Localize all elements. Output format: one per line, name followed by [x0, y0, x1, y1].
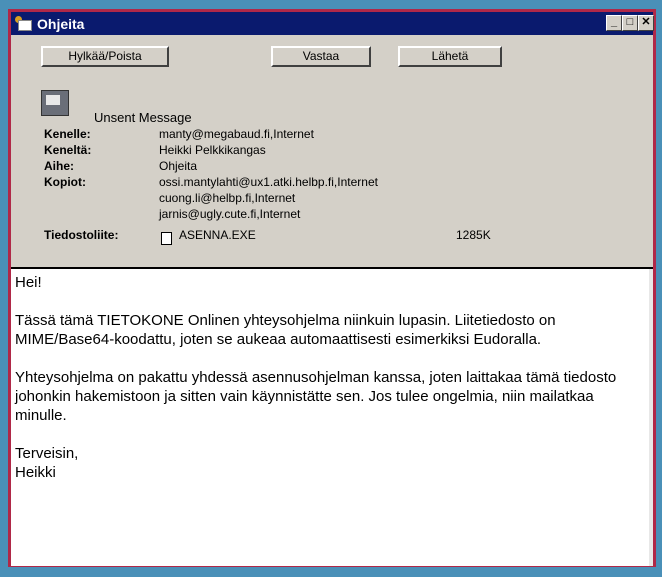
- title-bar[interactable]: Ohjeita _ □ ✕: [11, 12, 654, 35]
- message-status: Unsent Message: [94, 110, 192, 125]
- close-button[interactable]: ✕: [638, 15, 654, 31]
- cc-value[interactable]: ossi.mantylahti@ux1.atki.helbp.fi,Intern…: [159, 175, 378, 189]
- cc-value[interactable]: jarnis@ugly.cute.fi,Internet: [159, 207, 300, 221]
- window-title: Ohjeita: [37, 15, 85, 32]
- from-value[interactable]: Heikki Pelkkikangas: [159, 143, 266, 157]
- reject-delete-button[interactable]: Hylkää/Poista: [41, 46, 169, 67]
- reply-button[interactable]: Vastaa: [271, 46, 371, 67]
- envelope-icon: [41, 90, 69, 116]
- body-greeting: Hei!: [15, 274, 42, 291]
- eudora-app-icon[interactable]: [15, 15, 33, 32]
- subject-label: Aihe:: [44, 159, 74, 173]
- from-label: Keneltä:: [44, 143, 92, 157]
- attachment-name[interactable]: ASENNA.EXE: [179, 228, 256, 242]
- cc-label: Kopiot:: [44, 175, 86, 189]
- message-body[interactable]: Hei! Tässä tämä TIETOKONE Onlinen yhteys…: [11, 267, 653, 566]
- body-paragraph: Tässä tämä TIETOKONE Onlinen yhteysohjel…: [15, 312, 556, 348]
- send-button[interactable]: Lähetä: [398, 46, 502, 67]
- body-closing: Terveisin,: [15, 445, 79, 462]
- maximize-button[interactable]: □: [622, 15, 638, 31]
- scrollbar[interactable]: [649, 269, 653, 566]
- cc-value[interactable]: cuong.li@helbp.fi,Internet: [159, 191, 295, 205]
- body-signature: Heikki: [15, 464, 56, 481]
- minimize-button[interactable]: _: [606, 15, 622, 31]
- attachment-label: Tiedostoliite:: [44, 228, 119, 242]
- body-paragraph: Yhteysohjelma on pakattu yhdessä asennus…: [15, 369, 617, 424]
- attachment-size: 1285K: [456, 228, 491, 242]
- to-value[interactable]: manty@megabaud.fi,Internet: [159, 127, 314, 141]
- message-window: Ohjeita _ □ ✕ Hylkää/Poista Vastaa Lähet…: [8, 9, 656, 567]
- file-icon: [161, 232, 172, 245]
- subject-value[interactable]: Ohjeita: [159, 159, 197, 173]
- to-label: Kenelle:: [44, 127, 91, 141]
